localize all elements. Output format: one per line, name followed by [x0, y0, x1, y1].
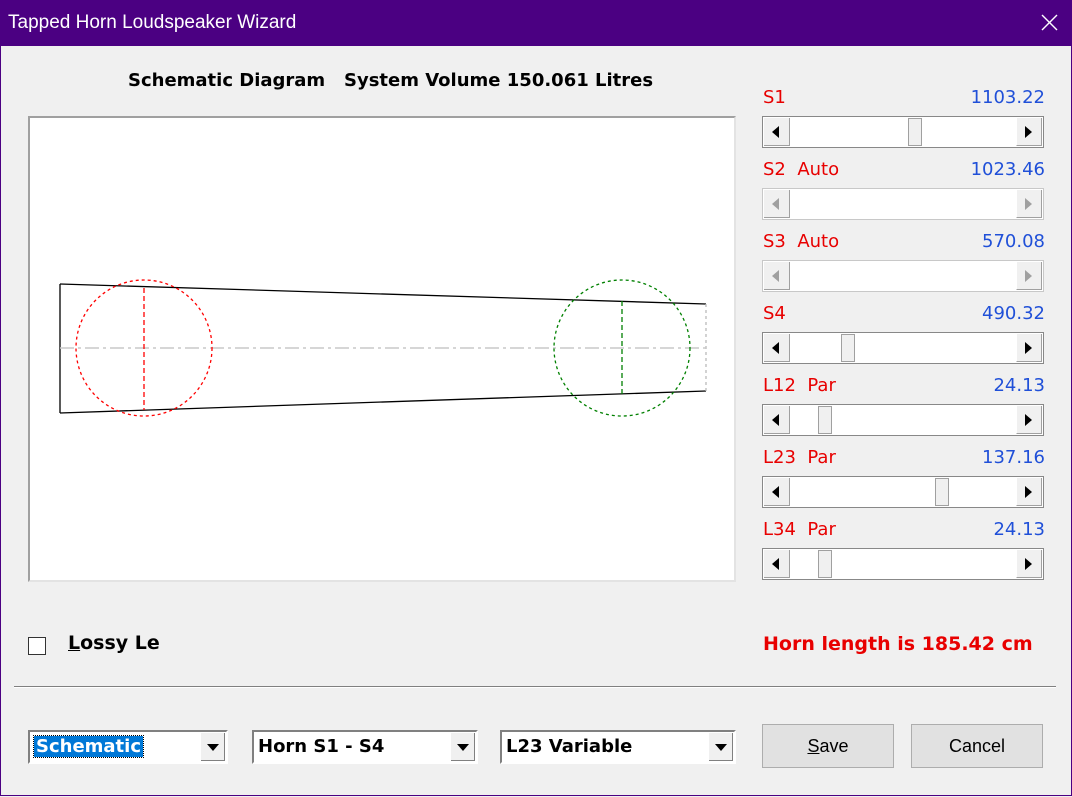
close-icon [1041, 14, 1058, 31]
slider-value-l12: 24.13 [993, 375, 1045, 396]
slider-s2-right-button[interactable] [1016, 190, 1042, 218]
slider-label-l12: L12 Par [763, 375, 836, 396]
slider-l34-left-button[interactable] [764, 550, 790, 578]
slider-s4[interactable] [762, 332, 1044, 364]
arrow-left-icon [772, 342, 779, 354]
arrow-right-icon [1025, 270, 1032, 282]
slider-value-l34: 24.13 [993, 519, 1045, 540]
lossy-le-checkbox[interactable] [28, 637, 46, 655]
title-bar: Tapped Horn Loudspeaker Wizard [0, 0, 1072, 46]
horn-length-status: Horn length is 185.42 cm [763, 633, 1033, 655]
close-button[interactable] [1026, 0, 1072, 46]
slider-l23-thumb[interactable] [935, 478, 949, 506]
window-title: Tapped Horn Loudspeaker Wizard [8, 12, 297, 33]
view-combo-dropdown-button[interactable] [201, 733, 225, 761]
slider-value-l23: 137.16 [982, 447, 1045, 468]
chevron-down-icon [715, 744, 727, 751]
slider-l34-right-button[interactable] [1016, 550, 1042, 578]
lossy-le-label: Lossy Le [68, 632, 160, 654]
slider-s3-right-button[interactable] [1016, 262, 1042, 290]
schematic-diagram [28, 116, 736, 582]
slider-s2-left-button[interactable] [764, 190, 790, 218]
separator-line [14, 686, 1056, 688]
arrow-right-icon [1025, 558, 1032, 570]
cancel-button[interactable]: Cancel [911, 724, 1043, 768]
slider-l12-right-button[interactable] [1016, 406, 1042, 434]
slider-label-s2: S2 Auto [763, 159, 840, 180]
slider-s4-right-button[interactable] [1016, 334, 1042, 362]
horn-outline [59, 283, 707, 414]
slider-l12[interactable] [762, 404, 1044, 436]
slider-s1[interactable] [762, 116, 1044, 148]
slider-label-s1: S1 [763, 87, 786, 108]
arrow-left-icon [772, 198, 779, 210]
slider-s1-right-button[interactable] [1016, 118, 1042, 146]
variable-combo[interactable]: L23 Variable [500, 730, 736, 764]
schematic-drawing [59, 279, 710, 417]
arrow-right-icon [1025, 198, 1032, 210]
chevron-down-icon [457, 744, 469, 751]
slider-s4-thumb[interactable] [841, 334, 855, 362]
horn-combo-value: Horn S1 - S4 [258, 736, 385, 757]
slider-l23-left-button[interactable] [764, 478, 790, 506]
slider-l34[interactable] [762, 548, 1044, 580]
arrow-right-icon [1025, 126, 1032, 138]
chevron-down-icon [207, 744, 219, 751]
arrow-left-icon [772, 558, 779, 570]
arrow-left-icon [772, 270, 779, 282]
slider-value-s4: 490.32 [982, 303, 1045, 324]
arrow-left-icon [772, 414, 779, 426]
variable-combo-dropdown-button[interactable] [709, 733, 733, 761]
slider-l23[interactable] [762, 476, 1044, 508]
slider-label-s4: S4 [763, 303, 786, 324]
arrow-left-icon [772, 486, 779, 498]
diagram-heading: Schematic Diagram System Volume 150.061 … [128, 70, 654, 91]
slider-label-s3: S3 Auto [763, 231, 840, 252]
slider-l34-thumb[interactable] [818, 550, 832, 578]
view-combo[interactable]: Schematic [28, 730, 228, 764]
slider-value-s3: 570.08 [982, 231, 1045, 252]
slider-value-s1: 1103.22 [970, 87, 1045, 108]
slider-l23-right-button[interactable] [1016, 478, 1042, 506]
view-combo-value: Schematic [32, 735, 145, 758]
slider-l12-thumb[interactable] [818, 406, 832, 434]
slider-s1-left-button[interactable] [764, 118, 790, 146]
save-button[interactable]: Save [762, 724, 894, 768]
slider-s4-left-button[interactable] [764, 334, 790, 362]
arrow-right-icon [1025, 486, 1032, 498]
arrow-right-icon [1025, 342, 1032, 354]
horn-combo[interactable]: Horn S1 - S4 [252, 730, 478, 764]
slider-value-s2: 1023.46 [970, 159, 1045, 180]
slider-s2[interactable] [762, 188, 1044, 220]
slider-label-l23: L23 Par [763, 447, 836, 468]
horn-combo-dropdown-button[interactable] [451, 733, 475, 761]
arrow-left-icon [772, 126, 779, 138]
slider-s3-left-button[interactable] [764, 262, 790, 290]
arrow-right-icon [1025, 414, 1032, 426]
slider-label-l34: L34 Par [763, 519, 836, 540]
slider-s1-thumb[interactable] [908, 118, 922, 146]
variable-combo-value: L23 Variable [506, 736, 633, 757]
slider-l12-left-button[interactable] [764, 406, 790, 434]
slider-s3[interactable] [762, 260, 1044, 292]
